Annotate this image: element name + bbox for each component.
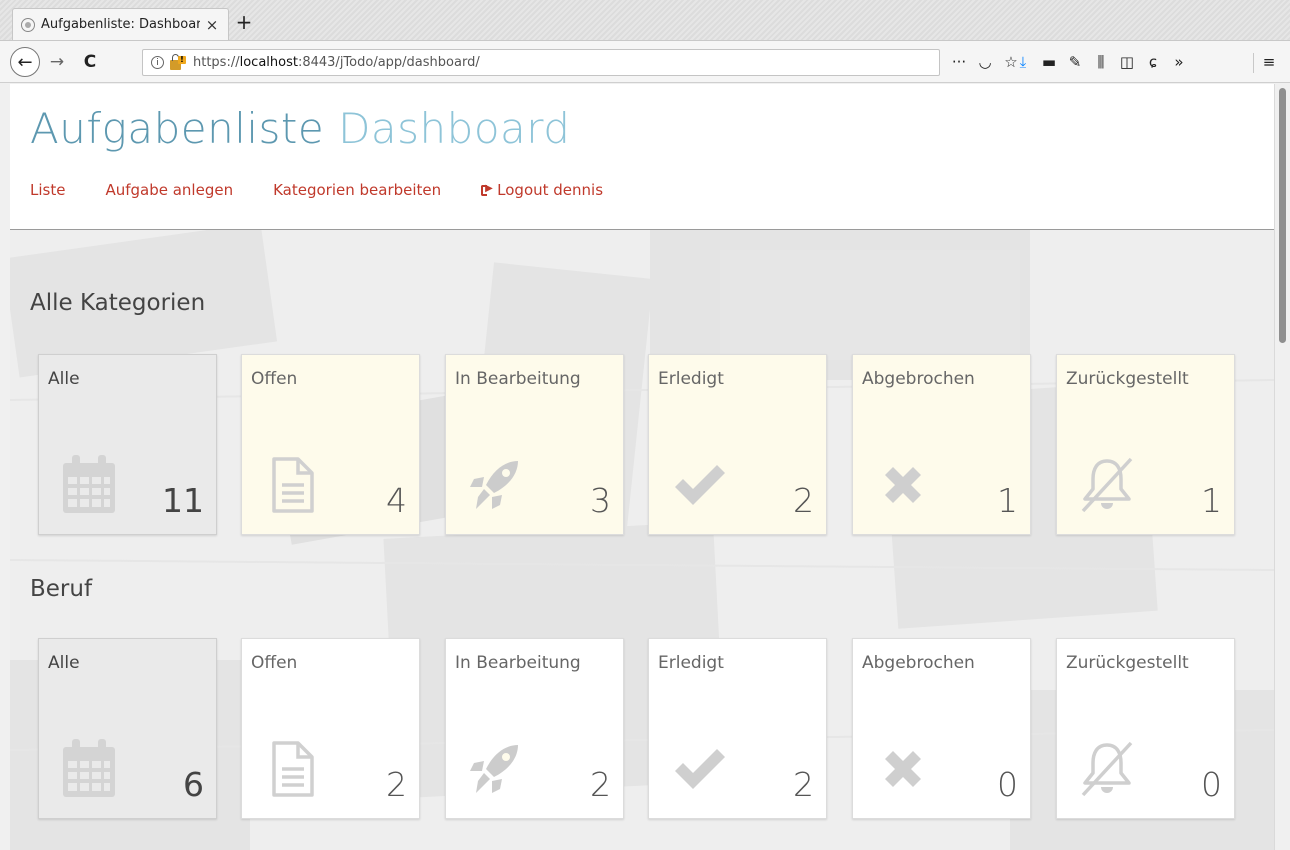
- page-header: Aufgabenliste Dashboard Liste Aufgabe an…: [10, 84, 1274, 230]
- url-bar[interactable]: i https://localhost:8443/jTodo/app/dashb…: [142, 49, 940, 76]
- page-content: Aufgabenliste Dashboard Liste Aufgabe an…: [10, 84, 1274, 850]
- sidebar-icon[interactable]: ◫: [1114, 53, 1140, 71]
- status-tile-offen[interactable]: Offen 2: [241, 638, 420, 819]
- section-title-beruf: Beruf: [30, 576, 93, 602]
- wrench-icon[interactable]: ✎: [1062, 53, 1088, 71]
- tile-count: 1: [997, 481, 1018, 520]
- url-host: localhost: [239, 55, 298, 70]
- nav-link-create-task[interactable]: Aufgabe anlegen: [105, 181, 233, 199]
- insecure-lock-icon[interactable]: [170, 53, 186, 70]
- tile-label: Offen: [251, 653, 298, 673]
- nav-link-logout[interactable]: Logout dennis: [481, 181, 603, 199]
- tile-label: Zurückgestellt: [1066, 653, 1189, 673]
- tile-count: 2: [793, 765, 814, 804]
- bell-slash-icon: [1079, 455, 1135, 515]
- tile-label: Abgebrochen: [862, 369, 975, 389]
- page-title: Aufgabenliste Dashboard: [30, 104, 570, 153]
- document-icon: [264, 455, 320, 515]
- tile-count: 2: [793, 481, 814, 520]
- status-tile-abgebrochen[interactable]: Abgebrochen 0: [852, 638, 1031, 819]
- menu-icons: ≡: [1256, 50, 1282, 74]
- tile-count: 11: [162, 481, 204, 520]
- tile-label: Zurückgestellt: [1066, 369, 1189, 389]
- tile-count: 4: [386, 481, 407, 520]
- rocket-icon: [468, 739, 524, 799]
- status-tile-erledigt[interactable]: Erledigt 2: [648, 354, 827, 535]
- document-icon: [264, 739, 320, 799]
- status-tile-alle[interactable]: Alle 6: [38, 638, 217, 819]
- status-tile-zurueckgestellt[interactable]: Zurückgestellt 0: [1056, 638, 1235, 819]
- toolbar-icons: ⤓ ▬ ✎ ⫼ ◫ ɕ»: [1010, 50, 1192, 74]
- tile-label: Abgebrochen: [862, 653, 975, 673]
- check-icon: [671, 455, 727, 515]
- logout-label: Logout dennis: [497, 181, 604, 199]
- browser-toolbar: ← → C i https://localhost:8443/jTodo/app…: [0, 41, 1290, 83]
- section-title-all-categories: Alle Kategorien: [30, 290, 206, 316]
- browser-tab-bar: Aufgabenliste: Dashboar × +: [0, 0, 1290, 41]
- scrollbar-thumb[interactable]: [1279, 88, 1286, 343]
- page-title-main: Aufgabenliste: [30, 104, 325, 153]
- favicon-icon: [21, 17, 35, 32]
- tab-title: Aufgabenliste: Dashboar: [41, 17, 200, 32]
- downloads-icon[interactable]: ⤓: [1010, 53, 1036, 71]
- tab-close-icon[interactable]: ×: [204, 16, 220, 34]
- gnome-extension-icon[interactable]: ɕ: [1140, 53, 1166, 71]
- page-actions-icon[interactable]: ···: [946, 53, 972, 71]
- status-tile-erledigt[interactable]: Erledigt 2: [648, 638, 827, 819]
- hamburger-menu-icon[interactable]: ≡: [1256, 53, 1282, 71]
- tile-label: Alle: [48, 369, 80, 389]
- tile-count: 1: [1201, 481, 1222, 520]
- status-tile-abgebrochen[interactable]: Abgebrochen 1: [852, 354, 1031, 535]
- status-tile-zurueckgestellt[interactable]: Zurückgestellt 1: [1056, 354, 1235, 535]
- url-prefix: https://: [193, 55, 240, 70]
- new-tab-button[interactable]: +: [234, 12, 254, 32]
- status-tile-in-bearbeitung[interactable]: In Bearbeitung 3: [445, 354, 624, 535]
- tile-count: 2: [386, 765, 407, 804]
- status-tile-in-bearbeitung[interactable]: In Bearbeitung 2: [445, 638, 624, 819]
- library-icon[interactable]: ⫼: [1088, 53, 1114, 71]
- nav-link-edit-categories[interactable]: Kategorien bearbeiten: [273, 181, 441, 199]
- toolbar-separator: [1253, 53, 1254, 73]
- bell-slash-icon: [1079, 739, 1135, 799]
- calendar-icon: [61, 739, 117, 799]
- extension-icon[interactable]: ▬: [1036, 53, 1062, 71]
- rocket-icon: [468, 455, 524, 515]
- url-path: :8443/jTodo/app/dashboard/: [297, 55, 480, 70]
- status-tile-alle[interactable]: Alle 11: [38, 354, 217, 535]
- tile-count: 3: [590, 481, 611, 520]
- calendar-icon: [61, 455, 117, 515]
- tile-label: In Bearbeitung: [455, 653, 581, 673]
- status-tile-offen[interactable]: Offen 4: [241, 354, 420, 535]
- tile-count: 6: [183, 765, 204, 804]
- logout-icon: [481, 183, 493, 196]
- tile-label: In Bearbeitung: [455, 369, 581, 389]
- x-icon: [875, 455, 931, 515]
- reload-button[interactable]: C: [78, 49, 102, 75]
- pocket-icon[interactable]: ◡: [972, 53, 998, 71]
- tile-label: Offen: [251, 369, 298, 389]
- tile-label: Erledigt: [658, 653, 724, 673]
- tile-count: 2: [590, 765, 611, 804]
- tile-count: 0: [1201, 765, 1222, 804]
- site-info-icon[interactable]: i: [151, 56, 164, 69]
- tile-label: Erledigt: [658, 369, 724, 389]
- tile-count: 0: [997, 765, 1018, 804]
- tile-label: Alle: [48, 653, 80, 673]
- url-text[interactable]: https://localhost:8443/jTodo/app/dashboa…: [193, 55, 480, 70]
- page-scrollbar[interactable]: [1274, 84, 1290, 850]
- x-icon: [875, 739, 931, 799]
- back-button[interactable]: ←: [10, 47, 40, 77]
- check-icon: [671, 739, 727, 799]
- browser-tab[interactable]: Aufgabenliste: Dashboar ×: [12, 8, 229, 40]
- overflow-icon[interactable]: »: [1166, 53, 1192, 71]
- page-title-sub: Dashboard: [338, 104, 571, 153]
- nav-link-list[interactable]: Liste: [30, 181, 65, 199]
- forward-button[interactable]: →: [46, 49, 68, 75]
- main-menu: Liste Aufgabe anlegen Kategorien bearbei…: [30, 181, 643, 199]
